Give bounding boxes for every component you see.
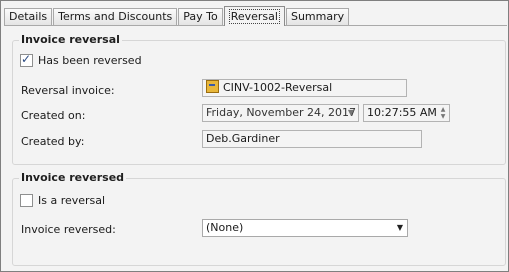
created-on-time-value: 10:27:55 AM — [367, 106, 437, 119]
reversal-invoice-label: Reversal invoice: — [21, 84, 115, 97]
chevron-down-icon[interactable]: ▼ — [393, 220, 407, 236]
is-a-reversal-label: Is a reversal — [38, 194, 106, 207]
reversal-invoice-field[interactable]: CINV-1002-Reversal — [202, 79, 407, 97]
tab-strip: Details Terms and Discounts Pay To Rever… — [4, 5, 350, 26]
invoice-reversed-value: (None) — [206, 221, 244, 234]
checkmark-icon: ✓ — [21, 52, 32, 66]
tab-terms-and-discounts[interactable]: Terms and Discounts — [53, 8, 178, 25]
spin-down-icon[interactable]: ▼ — [438, 113, 448, 120]
created-by-field: Deb.Gardiner — [202, 130, 422, 148]
tab-pay-to[interactable]: Pay To — [178, 8, 223, 25]
invoice-reversal-group: Invoice reversal ✓ Has been reversed Rev… — [12, 33, 506, 165]
has-been-reversed-checkbox[interactable]: ✓ — [20, 52, 33, 67]
invoice-reversed-label: Invoice reversed: — [21, 223, 116, 236]
created-by-value: Deb.Gardiner — [206, 132, 280, 145]
reversal-invoice-value: CINV-1002-Reversal — [223, 81, 333, 94]
created-on-time-field[interactable]: 10:27:55 AM ▲ ▼ — [363, 104, 450, 122]
created-on-date-picker[interactable]: Friday, November 24, 2017 ▼ — [202, 104, 359, 122]
spin-up-icon[interactable]: ▲ — [438, 106, 448, 113]
invoice-reversed-title: Invoice reversed — [19, 171, 127, 184]
chevron-down-icon[interactable]: ▼ — [344, 105, 358, 121]
created-by-label: Created by: — [21, 135, 85, 148]
is-a-reversal-checkbox[interactable] — [20, 194, 33, 207]
tab-content-reversal: Invoice reversal ✓ Has been reversed Rev… — [4, 25, 507, 270]
created-on-date-value: Friday, November 24, 2017 — [206, 106, 357, 119]
tab-reversal[interactable]: Reversal — [223, 6, 285, 26]
created-on-label: Created on: — [21, 109, 86, 122]
has-been-reversed-label: Has been reversed — [38, 54, 142, 67]
invoice-reversed-dropdown[interactable]: (None) ▼ — [202, 219, 408, 237]
tab-summary[interactable]: Summary — [285, 8, 350, 25]
window-frame: Details Terms and Discounts Pay To Rever… — [0, 0, 509, 272]
invoice-reversal-title: Invoice reversal — [19, 33, 122, 46]
invoice-reversed-group: Invoice reversed Is a reversal Invoice r… — [12, 171, 506, 266]
invoice-icon — [206, 80, 219, 93]
tab-details[interactable]: Details — [4, 8, 53, 25]
tab-reversal-label: Reversal — [228, 9, 280, 24]
